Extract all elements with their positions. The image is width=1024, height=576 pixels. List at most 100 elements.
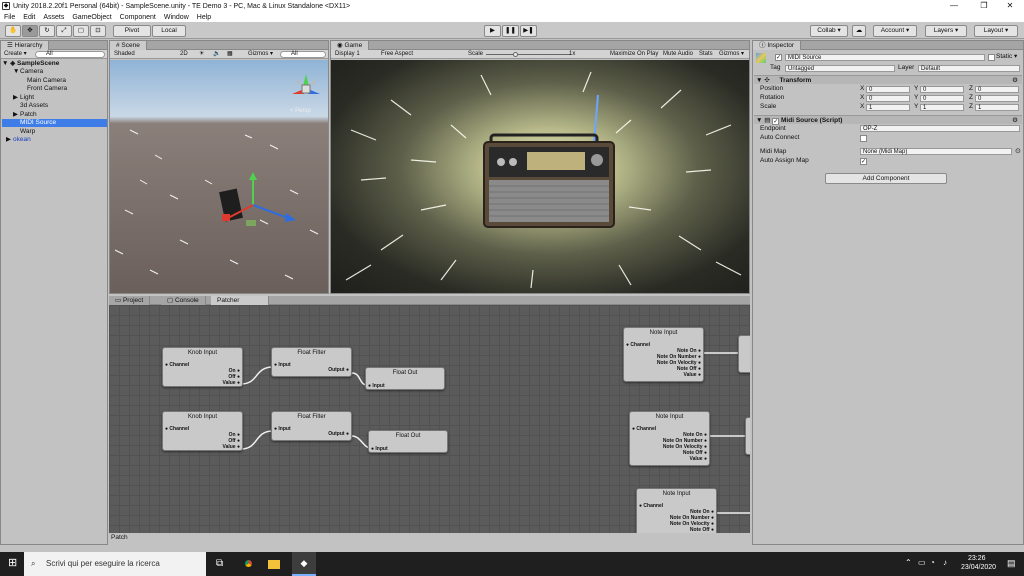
endpoint-dropdown[interactable]: OP-Z (860, 125, 1020, 132)
taskbar-search-input[interactable]: ⌕ Scrivi qui per eseguire la ricerca (24, 552, 206, 576)
input-port[interactable]: ● Channel (165, 426, 189, 432)
hierarchy-item[interactable]: Front Camera (2, 85, 107, 93)
layer-dropdown[interactable]: Default (918, 65, 1020, 72)
static-dropdown[interactable]: Static ▾ (996, 53, 1017, 61)
input-port[interactable]: ● Channel (639, 503, 663, 509)
active-checkbox[interactable]: ✓ (775, 54, 782, 61)
offscreen-node[interactable] (745, 417, 750, 455)
scale-slider[interactable] (486, 54, 571, 55)
step-button[interactable]: ▶❚ (520, 25, 537, 37)
account-button[interactable]: Account ▾ (873, 25, 917, 37)
hierarchy-item[interactable]: MIDI Source (2, 119, 107, 127)
float-out-node[interactable]: Float Out ● Input (365, 367, 445, 390)
output-port[interactable]: Output ● (328, 367, 349, 373)
scene-gizmos-dropdown[interactable]: Gizmos ▾ (248, 50, 273, 59)
float-filter-node[interactable]: Float Filter ● Input Output ● (271, 347, 352, 377)
orientation-gizmo[interactable] (288, 70, 324, 106)
aspect-dropdown[interactable]: Free Aspect (381, 50, 413, 59)
tab-scene[interactable]: # Scene (110, 41, 147, 50)
output-port[interactable]: Value ● (690, 456, 707, 462)
hierarchy-item[interactable]: Main Camera (2, 77, 107, 85)
mute-audio-toggle[interactable]: Mute Audio (663, 50, 693, 59)
scene-root-item[interactable]: ▼ ◈ SampleScene (2, 60, 107, 68)
menu-component[interactable]: Component (116, 14, 160, 21)
output-port[interactable]: Value ● (684, 372, 701, 378)
patcher-canvas[interactable]: Knob Input ● Channel On ● Off ● Value ● Floa… (109, 305, 750, 533)
tab-console[interactable]: ▢ Console (161, 296, 206, 305)
hierarchy-item[interactable]: Warp (2, 128, 107, 136)
tab-patcher[interactable]: Patcher (211, 296, 269, 305)
2d-toggle[interactable]: 2D (180, 50, 188, 59)
float-filter-node[interactable]: Float Filter ● Input Output ● (271, 411, 352, 441)
input-port[interactable]: ● Channel (626, 342, 650, 348)
transform-y-field[interactable]: 0 (920, 86, 964, 93)
lighting-toggle-icon[interactable]: ☀ (199, 50, 204, 59)
transform-y-field[interactable]: 0 (920, 95, 964, 102)
menu-window[interactable]: Window (160, 14, 193, 21)
float-out-node[interactable]: Float Out ● Input (368, 430, 448, 453)
knob-input-node[interactable]: Knob Input ● Channel On ● Off ● Value ● (162, 411, 243, 451)
layout-button[interactable]: Layout ▾ (974, 25, 1018, 37)
menu-help[interactable]: Help (193, 14, 215, 21)
create-button[interactable]: Create ▾ (4, 50, 27, 59)
hierarchy-item[interactable]: ▶ Light (2, 94, 107, 102)
object-picker-icon[interactable]: ⊙ (1015, 147, 1021, 155)
hierarchy-search-input[interactable]: All (35, 51, 105, 58)
note-input-node[interactable]: Note Input ● Channel Note On ● Note On Numb… (636, 488, 717, 533)
game-viewport[interactable] (331, 60, 749, 293)
pause-button[interactable]: ❚❚ (502, 25, 519, 37)
hierarchy-item[interactable]: 3d Assets (2, 102, 107, 110)
transform-x-field[interactable]: 0 (866, 86, 910, 93)
tab-project[interactable]: ▭ Project (109, 296, 151, 305)
menu-file[interactable]: File (0, 14, 19, 21)
rotate-tool-icon[interactable]: ↻ (39, 25, 55, 37)
transform-z-field[interactable]: 1 (975, 104, 1019, 111)
chrome-icon[interactable] (243, 558, 254, 569)
hand-tool-icon[interactable]: ✋ (5, 25, 21, 37)
collab-button[interactable]: Collab ▾ (810, 25, 848, 37)
midi-map-field[interactable]: None (Midi Map) (860, 148, 1012, 155)
auto-connect-checkbox[interactable] (860, 135, 867, 142)
input-port[interactable]: ● Channel (165, 362, 189, 368)
transform-x-field[interactable]: 0 (866, 95, 910, 102)
layers-button[interactable]: Layers ▾ (925, 25, 967, 37)
expand-arrow-icon[interactable]: ▶ (6, 136, 13, 144)
static-checkbox[interactable] (988, 54, 995, 61)
volume-icon[interactable]: ♪ (943, 558, 947, 567)
midi-source-header[interactable]: ▼ ▤ ✓ Midi Source (Script) ⚙ (754, 115, 1022, 125)
expand-arrow-icon[interactable]: ▶ (13, 111, 20, 119)
scene-viewport[interactable]: < Persp (110, 60, 328, 293)
hierarchy-item[interactable]: ▶ Patch (2, 111, 107, 119)
transform-z-field[interactable]: 0 (975, 86, 1019, 93)
expand-arrow-icon[interactable]: ▶ (13, 94, 20, 102)
unity-taskbar-icon[interactable]: ◆ (292, 552, 316, 576)
audio-toggle-icon[interactable]: 🔈 (213, 50, 220, 59)
file-explorer-icon[interactable] (268, 560, 280, 569)
midi-enabled-checkbox[interactable]: ✓ (772, 118, 780, 125)
stats-toggle[interactable]: Stats (699, 50, 713, 59)
scale-slider-thumb[interactable] (513, 52, 518, 57)
local-button[interactable]: Local (152, 25, 186, 37)
network-icon[interactable]: ⌃ (905, 558, 912, 567)
hierarchy-item[interactable]: ▶ okean (2, 136, 107, 144)
input-port[interactable]: ● Input (274, 362, 291, 368)
transform-tool-icon[interactable]: ⊡ (90, 25, 106, 37)
menu-gameobject[interactable]: GameObject (68, 14, 115, 21)
tab-inspector[interactable]: ⓘ Inspector (753, 41, 802, 50)
notifications-icon[interactable]: ▤ (1007, 558, 1016, 569)
output-port[interactable]: Value ● (223, 380, 240, 386)
transform-z-field[interactable]: 0 (975, 95, 1019, 102)
play-button[interactable]: ▶ (484, 25, 501, 37)
object-name-field[interactable]: MIDI Source (785, 54, 985, 61)
windows-start-icon[interactable]: ⊞ (8, 558, 17, 569)
maximize-on-play-toggle[interactable]: Maximize On Play (610, 50, 658, 59)
output-port[interactable]: Value ● (223, 444, 240, 450)
transform-y-field[interactable]: 1 (920, 104, 964, 111)
add-component-button[interactable]: Add Component (825, 173, 947, 184)
move-tool-icon[interactable]: ✥ (22, 25, 38, 37)
clock-time[interactable]: 23:26 (968, 555, 986, 562)
midi-settings-icon[interactable]: ⚙ (1012, 116, 1018, 125)
menu-edit[interactable]: Edit (19, 14, 39, 21)
transform-x-field[interactable]: 1 (866, 104, 910, 111)
auto-assign-checkbox[interactable]: ✓ (860, 158, 867, 165)
